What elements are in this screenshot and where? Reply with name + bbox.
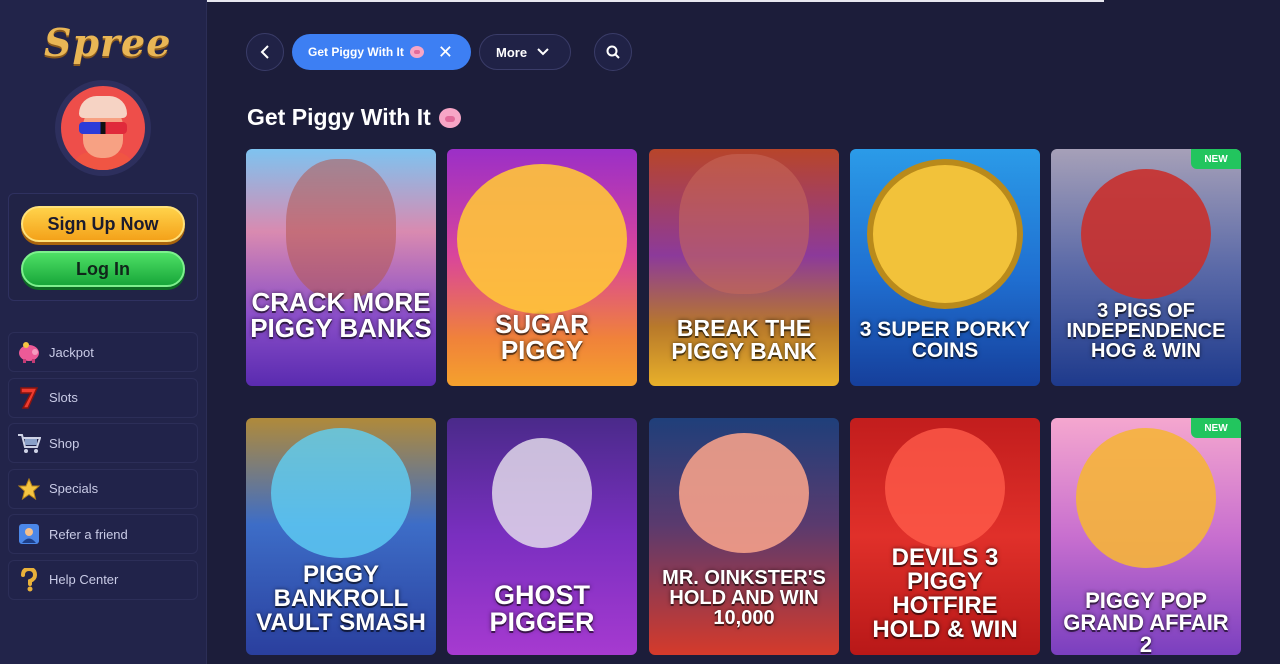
cart-icon (17, 431, 41, 455)
page-title: Get Piggy With It (247, 104, 461, 131)
sidebar-nav: Jackpot Slots Shop Specials Refer a frie… (8, 332, 198, 605)
sidebar-item-help[interactable]: Help Center (8, 559, 198, 600)
game-title: PIGGY POP GRAND AFFAIR 2 (1063, 588, 1229, 656)
back-button[interactable] (246, 33, 284, 71)
sidebar: Spree Sign Up Now Log In Jackpot Slots S… (0, 0, 207, 664)
sidebar-item-slots[interactable]: Slots (8, 377, 198, 418)
game-card-sugar-piggy[interactable]: SUGAR PIGGY (447, 149, 637, 386)
sidebar-item-label: Specials (49, 481, 99, 496)
chevron-left-icon (260, 45, 269, 59)
log-in-button[interactable]: Log In (21, 251, 185, 287)
more-label: More (496, 44, 528, 60)
sidebar-item-specials[interactable]: Specials (8, 468, 198, 509)
game-card-devils-3-piggy[interactable]: DEVILS 3 PIGGY HOTFIRE HOLD & WIN (850, 418, 1040, 655)
new-badge: NEW (1191, 418, 1241, 438)
game-card-3-super-porky-coins[interactable]: 3 SUPER PORKY COINS (850, 149, 1040, 386)
active-filter-label: Get Piggy With It (308, 45, 404, 59)
game-card-3-pigs-of-independence[interactable]: NEW 3 PIGS OF INDEPENDENCE HOG & WIN (1051, 149, 1241, 386)
game-title: PIGGY BANKROLL VAULT SMASH (256, 561, 426, 636)
pig-icon (438, 107, 461, 128)
game-card-piggy-bankroll[interactable]: PIGGY BANKROLL VAULT SMASH (246, 418, 436, 655)
sidebar-item-label: Shop (49, 435, 80, 451)
sidebar-item-label: Help Center (49, 572, 119, 587)
sidebar-item-jackpot[interactable]: Jackpot (8, 332, 198, 372)
active-filter-chip[interactable]: Get Piggy With It ✕ (292, 34, 471, 70)
game-title: GHOST PIGGER (489, 580, 595, 637)
seven-icon (17, 386, 41, 410)
close-icon[interactable]: ✕ (438, 42, 453, 63)
game-card-crack-more-piggy-banks[interactable]: CRACK MORE PIGGY BANKS (246, 149, 436, 386)
pig-icon (409, 46, 424, 58)
section-title: Get Piggy With It (247, 104, 431, 130)
chevron-down-icon (537, 48, 549, 56)
game-card-mr-oinksters[interactable]: MR. OINKSTER'S HOLD AND WIN 10,000 (649, 418, 839, 655)
sidebar-item-refer[interactable]: Refer a friend (8, 514, 198, 554)
game-card-ghost-pigger[interactable]: GHOST PIGGER (447, 418, 637, 655)
sidebar-item-shop[interactable]: Shop (8, 423, 198, 463)
game-title: BREAK THE PIGGY BANK (671, 315, 817, 364)
game-card-break-the-piggy-bank[interactable]: BREAK THE PIGGY BANK (649, 149, 839, 386)
spree-logo[interactable]: Spree (44, 20, 170, 70)
friend-icon (17, 522, 41, 546)
search-button[interactable] (594, 33, 632, 71)
game-title: DEVILS 3 PIGGY HOTFIRE HOLD & WIN (872, 544, 1018, 643)
star-icon (17, 477, 41, 501)
more-dropdown[interactable]: More (479, 34, 571, 70)
sidebar-item-label: Slots (49, 390, 78, 405)
sign-up-button[interactable]: Sign Up Now (21, 206, 185, 242)
avatar-image (61, 86, 145, 170)
piggy-bank-icon (17, 340, 41, 364)
game-title: SUGAR PIGGY (495, 309, 589, 365)
search-icon (606, 45, 620, 59)
new-badge: NEW (1191, 149, 1241, 169)
game-title: CRACK MORE PIGGY BANKS (250, 287, 432, 343)
game-title: 3 PIGS OF INDEPENDENCE HOG & WIN (1066, 300, 1226, 362)
auth-panel: Sign Up Now Log In (8, 193, 198, 301)
top-border (118, 0, 1104, 2)
game-title: MR. OINKSTER'S HOLD AND WIN 10,000 (662, 567, 826, 629)
sidebar-item-label: Jackpot (49, 344, 94, 360)
game-title: 3 SUPER PORKY COINS (859, 318, 1031, 362)
question-icon (17, 567, 41, 592)
game-card-piggy-pop[interactable]: NEW PIGGY POP GRAND AFFAIR 2 (1051, 418, 1241, 655)
avatar[interactable] (55, 80, 151, 176)
sidebar-item-label: Refer a friend (49, 526, 128, 542)
